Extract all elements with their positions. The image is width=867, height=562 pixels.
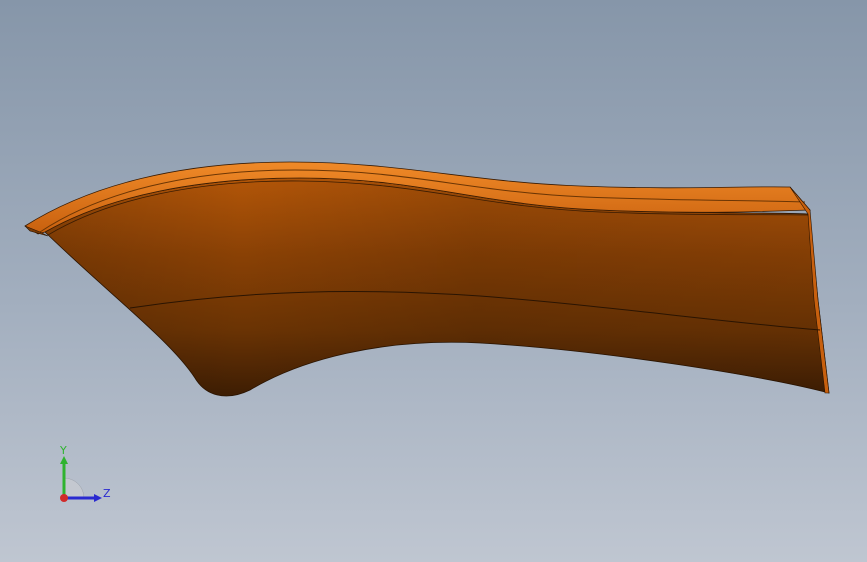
triad-z-arrow-icon [94, 494, 102, 502]
graphics-viewport[interactable]: Y Z [0, 0, 867, 562]
triad-z-label: Z [103, 487, 111, 500]
triad-y-arrow-icon [60, 456, 68, 464]
triad-x-axis-dot-icon [60, 494, 68, 502]
orientation-triad[interactable]: Y Z [50, 440, 120, 510]
triad-plane-quadrant [63, 477, 85, 499]
hull-model[interactable] [0, 0, 867, 562]
triad-y-label: Y [59, 444, 67, 457]
